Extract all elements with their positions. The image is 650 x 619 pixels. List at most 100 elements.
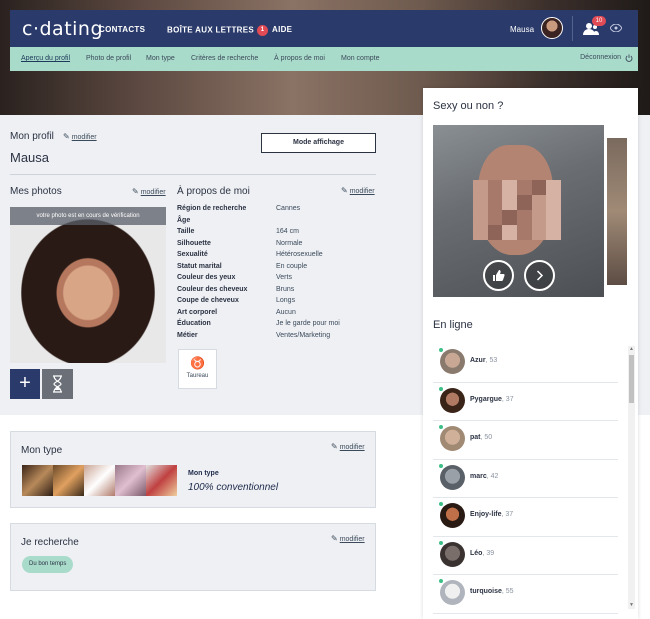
- mailbox-count-badge: 1: [257, 25, 269, 36]
- nav-help[interactable]: AIDE: [272, 25, 292, 34]
- list-item[interactable]: turquoise, 55: [433, 575, 618, 614]
- type-image: [84, 465, 115, 496]
- about-heading: À propos de moi: [177, 186, 250, 197]
- logo[interactable]: c·dating: [22, 18, 103, 40]
- blurred-face: [473, 180, 561, 240]
- list-item[interactable]: marc, 42: [433, 460, 618, 498]
- online-list: Azur, 53 Pygargue, 37 pat, 50 marc, 42 E…: [433, 344, 618, 614]
- about-row: Âge: [177, 217, 340, 229]
- edit-profile-link[interactable]: modifier: [63, 132, 97, 141]
- scroll-up-icon[interactable]: ▲: [628, 346, 635, 353]
- about-value: Verts: [276, 274, 292, 281]
- nav-contacts[interactable]: CONTACTS: [99, 25, 145, 34]
- tab-about-me[interactable]: À propos de moi: [274, 55, 325, 62]
- tab-profile-photo[interactable]: Photo de profil: [86, 55, 131, 62]
- about-row: Silhouette Normale: [177, 240, 340, 252]
- eye-icon[interactable]: [610, 24, 622, 32]
- online-user-age: , 39: [482, 549, 495, 557]
- online-user-name: pat: [470, 434, 481, 441]
- about-row: Coupe de cheveux Longs: [177, 297, 340, 309]
- nav-mailbox-label: BOÎTE AUX LETTRES: [167, 25, 255, 35]
- like-button[interactable]: [483, 260, 514, 291]
- profile-subnav: Aperçu du profil Photo de profil Mon typ…: [10, 47, 638, 71]
- scroll-thumb[interactable]: [629, 355, 634, 403]
- about-key: Sexualité: [177, 251, 208, 258]
- username[interactable]: Mausa: [510, 25, 534, 34]
- sexy-heading: Sexy ou non ?: [433, 100, 504, 112]
- online-indicator: [438, 462, 444, 469]
- online-user-name: turquoise: [470, 588, 502, 595]
- power-icon[interactable]: [625, 54, 633, 62]
- profile-photo[interactable]: votre photo est en cours de vérification: [10, 207, 166, 363]
- about-value: Je le garde pour moi: [276, 320, 340, 327]
- online-user-age: , 42: [486, 472, 499, 480]
- about-key: Région de recherche: [177, 205, 247, 212]
- pending-photo-thumb[interactable]: [42, 369, 73, 399]
- next-button[interactable]: [524, 260, 555, 291]
- my-type-label: Mon type: [188, 470, 219, 477]
- about-key: Art corporel: [177, 308, 218, 316]
- tab-profile-overview[interactable]: Aperçu du profil: [21, 55, 70, 62]
- online-user-age: , 37: [501, 395, 514, 403]
- nav-mailbox[interactable]: BOÎTE AUX LETTRES 1: [167, 25, 269, 36]
- divider: [572, 16, 573, 41]
- about-value: Bruns: [276, 285, 295, 293]
- type-image: [53, 465, 84, 496]
- about-value: Longs: [276, 297, 296, 304]
- avatar: [440, 580, 465, 605]
- avatar: [440, 426, 465, 451]
- about-row: Taille 164 cm: [177, 228, 340, 240]
- my-type-heading: Mon type: [21, 445, 63, 456]
- online-indicator: [438, 385, 444, 392]
- online-user: Azur, 53: [470, 357, 497, 364]
- tab-my-account[interactable]: Mon compte: [341, 55, 380, 62]
- list-item[interactable]: Léo, 39: [433, 537, 618, 575]
- scroll-down-icon[interactable]: ▼: [628, 602, 635, 609]
- list-item[interactable]: Azur, 53: [433, 344, 618, 383]
- list-item[interactable]: Pygargue, 37: [433, 383, 618, 421]
- my-type-card: Mon type modifier Mon type 100% conventi…: [10, 431, 376, 508]
- thumbs-up-icon: [493, 270, 505, 281]
- my-type-value: 100% conventionnel: [188, 482, 279, 493]
- about-row: Couleur des cheveux Bruns: [177, 286, 340, 298]
- edit-about-link[interactable]: modifier: [341, 186, 375, 195]
- online-user-name: Enjoy-life: [470, 511, 502, 518]
- about-value: Normale: [276, 239, 303, 247]
- display-mode-button[interactable]: Mode affichage: [261, 133, 376, 153]
- about-value: Cannes: [276, 205, 301, 212]
- about-value: En couple: [276, 262, 308, 270]
- add-photo-button[interactable]: +: [10, 369, 40, 399]
- online-indicator: [438, 501, 444, 507]
- tab-search-criteria[interactable]: Critères de recherche: [191, 55, 258, 62]
- profile-name: Mausa: [10, 150, 50, 165]
- about-table: Région de recherche Cannes Âge Taille 164 …: [177, 205, 340, 343]
- about-row: Région de recherche Cannes: [177, 205, 340, 217]
- online-scrollbar[interactable]: ▲ ▼: [628, 346, 635, 609]
- divider: [10, 174, 376, 175]
- online-user-age: , 37: [501, 511, 514, 518]
- about-row: Éducation Je le garde pour moi: [177, 320, 340, 332]
- profile-heading: Mon profil: [10, 131, 54, 142]
- online-indicator: [438, 578, 444, 584]
- online-user-age: , 53: [485, 357, 498, 364]
- about-key: Taille: [177, 228, 195, 235]
- logout-link[interactable]: Déconnexion: [580, 54, 621, 61]
- looking-for-heading: Je recherche: [21, 537, 79, 548]
- online-user-name: Pygargue: [470, 395, 502, 403]
- online-user-age: , 50: [480, 434, 493, 441]
- edit-looking-for-link[interactable]: modifier: [331, 534, 365, 543]
- right-panel: Sexy ou non ? En ligne Azur, 53 Pygargue…: [423, 88, 638, 619]
- rating-photo: [433, 125, 604, 297]
- avatar: [440, 349, 465, 374]
- top-navbar: c·dating CONTACTS BOÎTE AUX LETTRES 1 AID…: [10, 10, 638, 47]
- list-item[interactable]: Enjoy-life, 37: [433, 498, 618, 537]
- list-item[interactable]: pat, 50: [433, 421, 618, 460]
- avatar[interactable]: [541, 17, 563, 39]
- avatar: [440, 503, 465, 528]
- avatar: [440, 541, 465, 567]
- edit-my-type-link[interactable]: modifier: [331, 442, 365, 451]
- edit-photos-link[interactable]: modifier: [132, 187, 166, 196]
- about-key: Silhouette: [177, 239, 211, 247]
- tab-my-type[interactable]: Mon type: [146, 55, 175, 62]
- next-photo-preview[interactable]: [607, 138, 627, 285]
